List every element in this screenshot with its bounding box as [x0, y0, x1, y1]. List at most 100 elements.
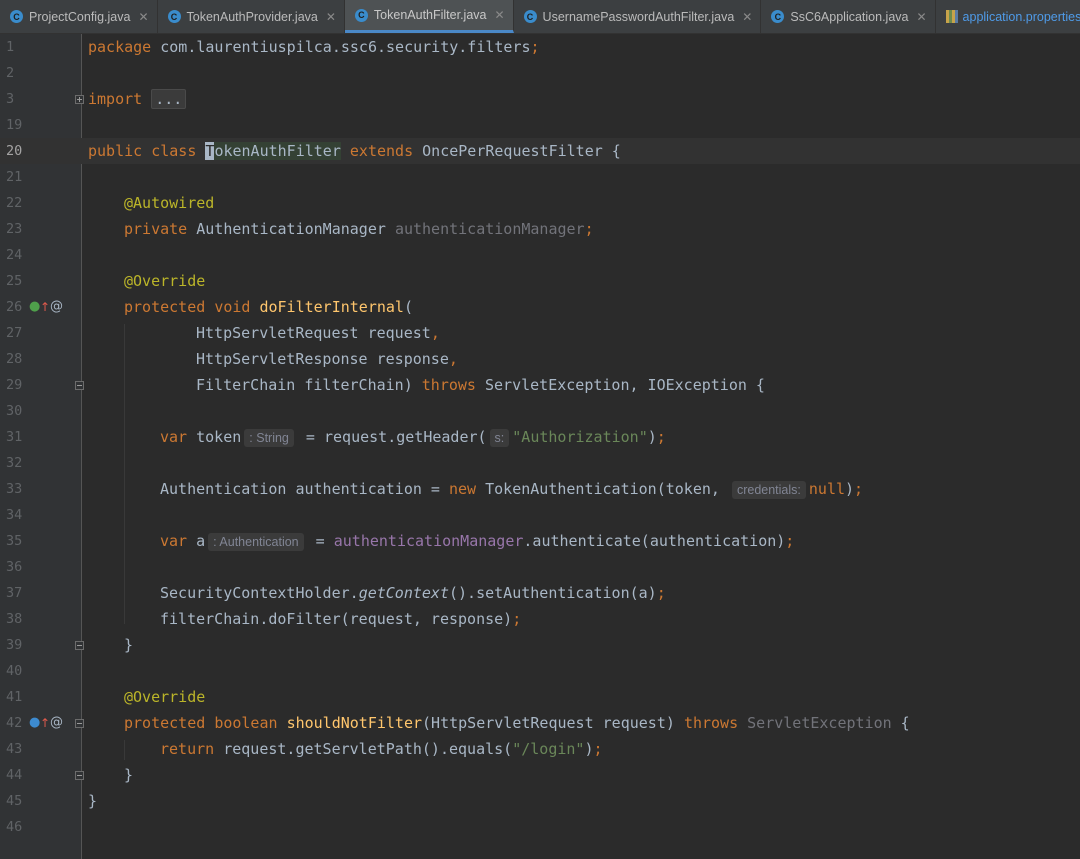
tab-1[interactable]: C TokenAuthProvider.java ✕	[158, 0, 345, 33]
type-hint: : String	[244, 429, 294, 447]
code-line[interactable]: 36	[0, 554, 1080, 580]
keyword: package	[88, 38, 152, 56]
line-number: 27	[6, 325, 23, 341]
line-number: 23	[6, 221, 23, 237]
code-line[interactable]: 41 @Override	[0, 684, 1080, 710]
implements-icon[interactable]: ●	[29, 294, 40, 320]
tab-3[interactable]: C UsernamePasswordAuthFilter.java ✕	[514, 0, 762, 33]
java-class-icon: C	[10, 10, 23, 23]
code-line[interactable]: 29 FilterChain filterChain) throws Servl…	[0, 372, 1080, 398]
tab-label: application.properties	[962, 9, 1080, 24]
java-class-icon: C	[167, 10, 181, 23]
code-line[interactable]: 32	[0, 450, 1080, 476]
line-number: 41	[6, 689, 23, 705]
java-class-icon: C	[354, 8, 368, 22]
parameter-hint: s:	[489, 429, 510, 447]
code-line[interactable]: 40	[0, 658, 1080, 684]
tab-2[interactable]: C TokenAuthFilter.java ✕	[344, 0, 514, 33]
line-number: 20	[6, 143, 23, 159]
line-number: 40	[6, 663, 23, 679]
code-line[interactable]: 19	[0, 112, 1080, 138]
close-tab-icon[interactable]: ✕	[494, 8, 504, 22]
code-line[interactable]: 43 return request.getServletPath().equal…	[0, 736, 1080, 762]
code-line[interactable]: 46	[0, 814, 1080, 840]
fold-expand-icon[interactable]	[75, 95, 84, 104]
fold-collapse-icon[interactable]	[75, 719, 84, 728]
close-tab-icon[interactable]: ✕	[138, 10, 148, 24]
line-number: 30	[6, 403, 23, 419]
class-name[interactable]: TokenAuthFilter	[205, 142, 341, 160]
field-name: authenticationManager	[394, 220, 585, 238]
java-class-icon: C	[771, 10, 785, 23]
line-number: 28	[6, 351, 23, 367]
code-editor[interactable]: 1 package com.laurentiuspilca.ssc6.secur…	[0, 34, 1080, 859]
code-line[interactable]: 25 @Override	[0, 268, 1080, 294]
overrides-method-icon[interactable]: ●	[29, 710, 40, 736]
code-line[interactable]: 28 HttpServletResponse response,	[0, 346, 1080, 372]
code-line[interactable]: 23 private AuthenticationManager authent…	[0, 216, 1080, 242]
editor-tab-bar: C ProjectConfig.java ✕ C TokenAuthProvider.j…	[0, 0, 1080, 34]
code-line[interactable]: 24	[0, 242, 1080, 268]
close-tab-icon[interactable]: ✕	[916, 10, 926, 24]
code-line[interactable]: 2	[0, 60, 1080, 86]
line-number: 32	[6, 455, 23, 471]
keyword: extends	[349, 142, 414, 160]
fold-end-icon[interactable]	[75, 641, 84, 650]
code-line[interactable]: 34	[0, 502, 1080, 528]
line-number: 34	[6, 507, 23, 523]
semicolon: ;	[530, 38, 540, 56]
tab-label: ProjectConfig.java	[29, 9, 131, 24]
code-line[interactable]: 22 @Autowired	[0, 190, 1080, 216]
properties-file-icon	[945, 10, 958, 23]
code-line-current[interactable]: 20 public class TokenAuthFilter extends …	[0, 138, 1080, 164]
tab-label: TokenAuthProvider.java	[186, 9, 318, 24]
line-number: 39	[6, 637, 23, 653]
code-line[interactable]: 27 HttpServletRequest request,	[0, 320, 1080, 346]
code-line[interactable]: 31 var token: String = request.getHeader…	[0, 424, 1080, 450]
line-number: 46	[6, 819, 23, 835]
indent-guide	[124, 740, 125, 760]
tab-4[interactable]: C SsC6Application.java ✕	[761, 0, 936, 33]
indent-guide	[124, 324, 125, 624]
line-number: 44	[6, 767, 23, 783]
code-line[interactable]: 44 }	[0, 762, 1080, 788]
tab-label: SsC6Application.java	[790, 9, 909, 24]
line-number: 24	[6, 247, 23, 263]
line-number: 2	[6, 65, 15, 81]
annotation-at-icon[interactable]: @	[50, 710, 63, 736]
parameter-hint: credentials:	[731, 481, 806, 499]
keyword: import	[88, 90, 143, 108]
close-tab-icon[interactable]: ✕	[326, 10, 336, 24]
fold-end-icon[interactable]	[75, 771, 84, 780]
tab-label: UsernamePasswordAuthFilter.java	[542, 9, 735, 24]
folded-imports[interactable]: ...	[151, 89, 187, 109]
code-line[interactable]: 42 ● ↑ @ protected boolean shouldNotFilt…	[0, 710, 1080, 736]
fold-collapse-icon[interactable]	[75, 381, 84, 390]
code-line[interactable]: 38 filterChain.doFilter(request, respons…	[0, 606, 1080, 632]
override-up-arrow-icon[interactable]: ↑	[40, 710, 50, 736]
code-line[interactable]: 35 var a: Authentication = authenticatio…	[0, 528, 1080, 554]
static-method: getContext	[358, 584, 449, 602]
code-line[interactable]: 39 }	[0, 632, 1080, 658]
code-line[interactable]: 21	[0, 164, 1080, 190]
annotation: @Autowired	[124, 194, 215, 212]
code-line[interactable]: 37 SecurityContextHolder.getContext().se…	[0, 580, 1080, 606]
tab-5[interactable]: application.properties✕	[936, 0, 1080, 33]
code-line[interactable]: 30	[0, 398, 1080, 424]
code-line[interactable]: 45 }	[0, 788, 1080, 814]
annotation-at-icon[interactable]: @	[50, 294, 63, 320]
code-line[interactable]: 33 Authentication authentication = new T…	[0, 476, 1080, 502]
line-number: 31	[6, 429, 23, 445]
tab-label: TokenAuthFilter.java	[373, 8, 487, 22]
override-up-arrow-icon[interactable]: ↑	[40, 294, 50, 320]
annotation: @Override	[124, 688, 206, 706]
line-number: 36	[6, 559, 23, 575]
line-number: 3	[6, 91, 15, 107]
line-number: 35	[6, 533, 23, 549]
keyword: private	[124, 220, 188, 238]
code-line[interactable]: 26 ● ↑ @ protected void doFilterInternal…	[0, 294, 1080, 320]
code-line[interactable]: 3 import ...	[0, 86, 1080, 112]
tab-0[interactable]: C ProjectConfig.java ✕	[0, 0, 158, 33]
code-line[interactable]: 1 package com.laurentiuspilca.ssc6.secur…	[0, 34, 1080, 60]
close-tab-icon[interactable]: ✕	[742, 10, 752, 24]
